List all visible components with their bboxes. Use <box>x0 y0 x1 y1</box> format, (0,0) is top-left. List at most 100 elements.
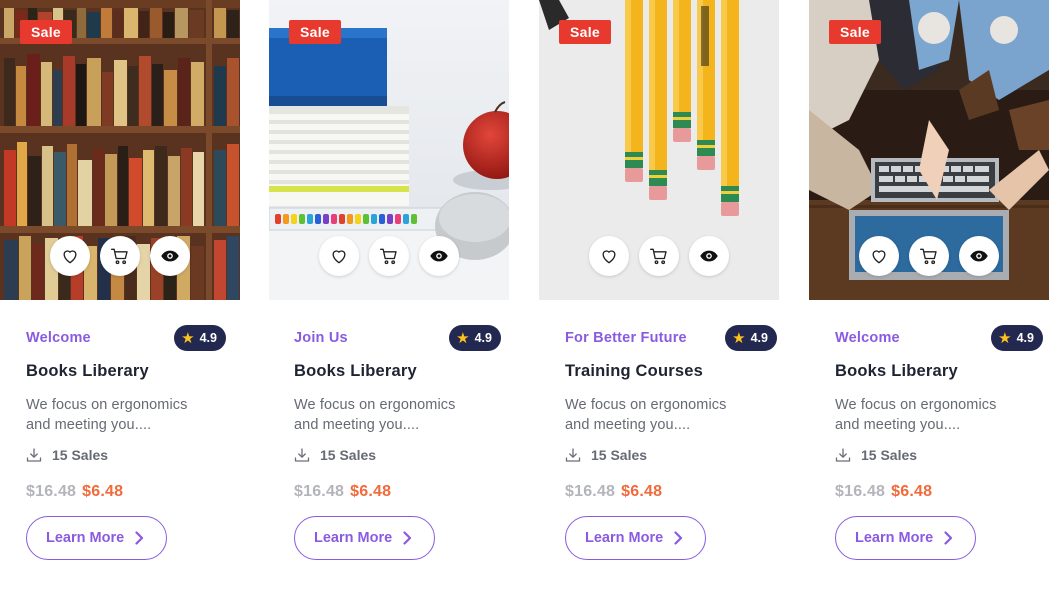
sale-badge: Sale <box>559 20 611 44</box>
sales-count: 15 Sales <box>52 447 109 463</box>
card-actions <box>50 236 190 276</box>
sales-info: 15 Sales <box>294 447 494 463</box>
learn-more-label: Learn More <box>585 530 664 546</box>
price: $16.48 $6.48 <box>26 483 226 501</box>
card-actions <box>589 236 729 276</box>
sale-badge: Sale <box>829 20 881 44</box>
sale-badge: Sale <box>289 20 341 44</box>
add-to-cart-button[interactable] <box>369 236 409 276</box>
add-to-cart-button[interactable] <box>909 236 949 276</box>
learn-more-button[interactable]: Learn More <box>565 516 706 560</box>
download-icon <box>26 448 42 462</box>
price: $16.48 $6.48 <box>294 483 494 501</box>
star-icon: ★ <box>732 329 746 347</box>
old-price: $16.48 <box>565 483 616 500</box>
card-title[interactable]: Books Liberary <box>835 362 1035 381</box>
star-icon: ★ <box>181 329 195 347</box>
card-title[interactable]: Training Courses <box>565 362 765 381</box>
old-price: $16.48 <box>835 483 886 500</box>
course-card: Sale For Better Future ★ 4.9 Training Cou… <box>539 0 779 602</box>
cart-icon <box>650 248 667 265</box>
quick-view-button[interactable] <box>150 236 190 276</box>
price: $16.48 $6.48 <box>835 483 1035 501</box>
download-icon <box>835 448 851 462</box>
rating-badge: ★ 4.9 <box>725 325 777 351</box>
learn-more-button[interactable]: Learn More <box>294 516 435 560</box>
learn-more-label: Learn More <box>46 530 125 546</box>
wishlist-button[interactable] <box>589 236 629 276</box>
card-description: We focus on ergonomics and meeting you..… <box>835 397 997 433</box>
card-body: For Better Future ★ 4.9 Training Courses … <box>565 324 777 560</box>
wishlist-button[interactable] <box>50 236 90 276</box>
star-icon: ★ <box>998 329 1012 347</box>
rating-badge: ★ 4.9 <box>174 325 226 351</box>
card-image[interactable]: Sale <box>0 0 240 300</box>
card-image[interactable]: Sale <box>269 0 509 300</box>
cart-icon <box>111 248 128 265</box>
category-label[interactable]: Welcome <box>835 330 900 346</box>
price: $16.48 $6.48 <box>565 483 765 501</box>
old-price: $16.48 <box>294 483 345 500</box>
heart-icon <box>332 250 346 264</box>
category-label[interactable]: Join Us <box>294 330 348 346</box>
rating-value: 4.9 <box>750 331 768 345</box>
card-description: We focus on ergonomics and meeting you..… <box>26 397 188 433</box>
chevron-right-icon <box>403 531 412 545</box>
heart-icon <box>63 250 77 264</box>
category-label[interactable]: For Better Future <box>565 330 687 346</box>
eye-icon <box>161 250 179 262</box>
sales-info: 15 Sales <box>835 447 1035 463</box>
new-price: $6.48 <box>350 483 392 500</box>
eye-icon <box>970 250 988 262</box>
new-price: $6.48 <box>82 483 124 500</box>
quick-view-button[interactable] <box>959 236 999 276</box>
cart-icon <box>380 248 397 265</box>
learn-more-label: Learn More <box>855 530 934 546</box>
quick-view-button[interactable] <box>419 236 459 276</box>
card-body: Join Us ★ 4.9 Books Liberary We focus on … <box>294 324 501 560</box>
card-body: Welcome ★ 4.9 Books Liberary We focus on … <box>835 324 1043 560</box>
sales-info: 15 Sales <box>26 447 226 463</box>
rating-value: 4.9 <box>474 331 492 345</box>
heart-icon <box>602 250 616 264</box>
learn-more-button[interactable]: Learn More <box>835 516 976 560</box>
rating-badge: ★ 4.9 <box>449 325 501 351</box>
wishlist-button[interactable] <box>319 236 359 276</box>
learn-more-label: Learn More <box>314 530 393 546</box>
rating-value: 4.9 <box>199 331 217 345</box>
course-card: Sale Welcome ★ 4.9 Books Liberary We focu… <box>0 0 240 602</box>
new-price: $6.48 <box>621 483 663 500</box>
card-description: We focus on ergonomics and meeting you..… <box>565 397 727 433</box>
sales-count: 15 Sales <box>591 447 648 463</box>
chevron-right-icon <box>674 531 683 545</box>
sales-info: 15 Sales <box>565 447 765 463</box>
eye-icon <box>430 250 448 262</box>
course-card: Sale Welcome ★ 4.9 Books Liberary We focu… <box>809 0 1049 602</box>
wishlist-button[interactable] <box>859 236 899 276</box>
card-title[interactable]: Books Liberary <box>26 362 226 381</box>
rating-badge: ★ 4.9 <box>991 325 1043 351</box>
card-image[interactable]: Sale <box>539 0 779 300</box>
heart-icon <box>872 250 886 264</box>
card-actions <box>319 236 459 276</box>
sales-count: 15 Sales <box>861 447 918 463</box>
cart-icon <box>920 248 937 265</box>
eye-icon <box>700 250 718 262</box>
old-price: $16.48 <box>26 483 77 500</box>
card-title[interactable]: Books Liberary <box>294 362 494 381</box>
card-actions <box>859 236 999 276</box>
category-label[interactable]: Welcome <box>26 330 91 346</box>
card-description: We focus on ergonomics and meeting you..… <box>294 397 456 433</box>
rating-value: 4.9 <box>1016 331 1034 345</box>
quick-view-button[interactable] <box>689 236 729 276</box>
chevron-right-icon <box>135 531 144 545</box>
card-image[interactable]: Sale <box>809 0 1049 300</box>
download-icon <box>565 448 581 462</box>
add-to-cart-button[interactable] <box>639 236 679 276</box>
new-price: $6.48 <box>891 483 933 500</box>
course-card: Sale Join Us ★ 4.9 Books Liberary We focu… <box>269 0 509 602</box>
learn-more-button[interactable]: Learn More <box>26 516 167 560</box>
download-icon <box>294 448 310 462</box>
sales-count: 15 Sales <box>320 447 377 463</box>
add-to-cart-button[interactable] <box>100 236 140 276</box>
